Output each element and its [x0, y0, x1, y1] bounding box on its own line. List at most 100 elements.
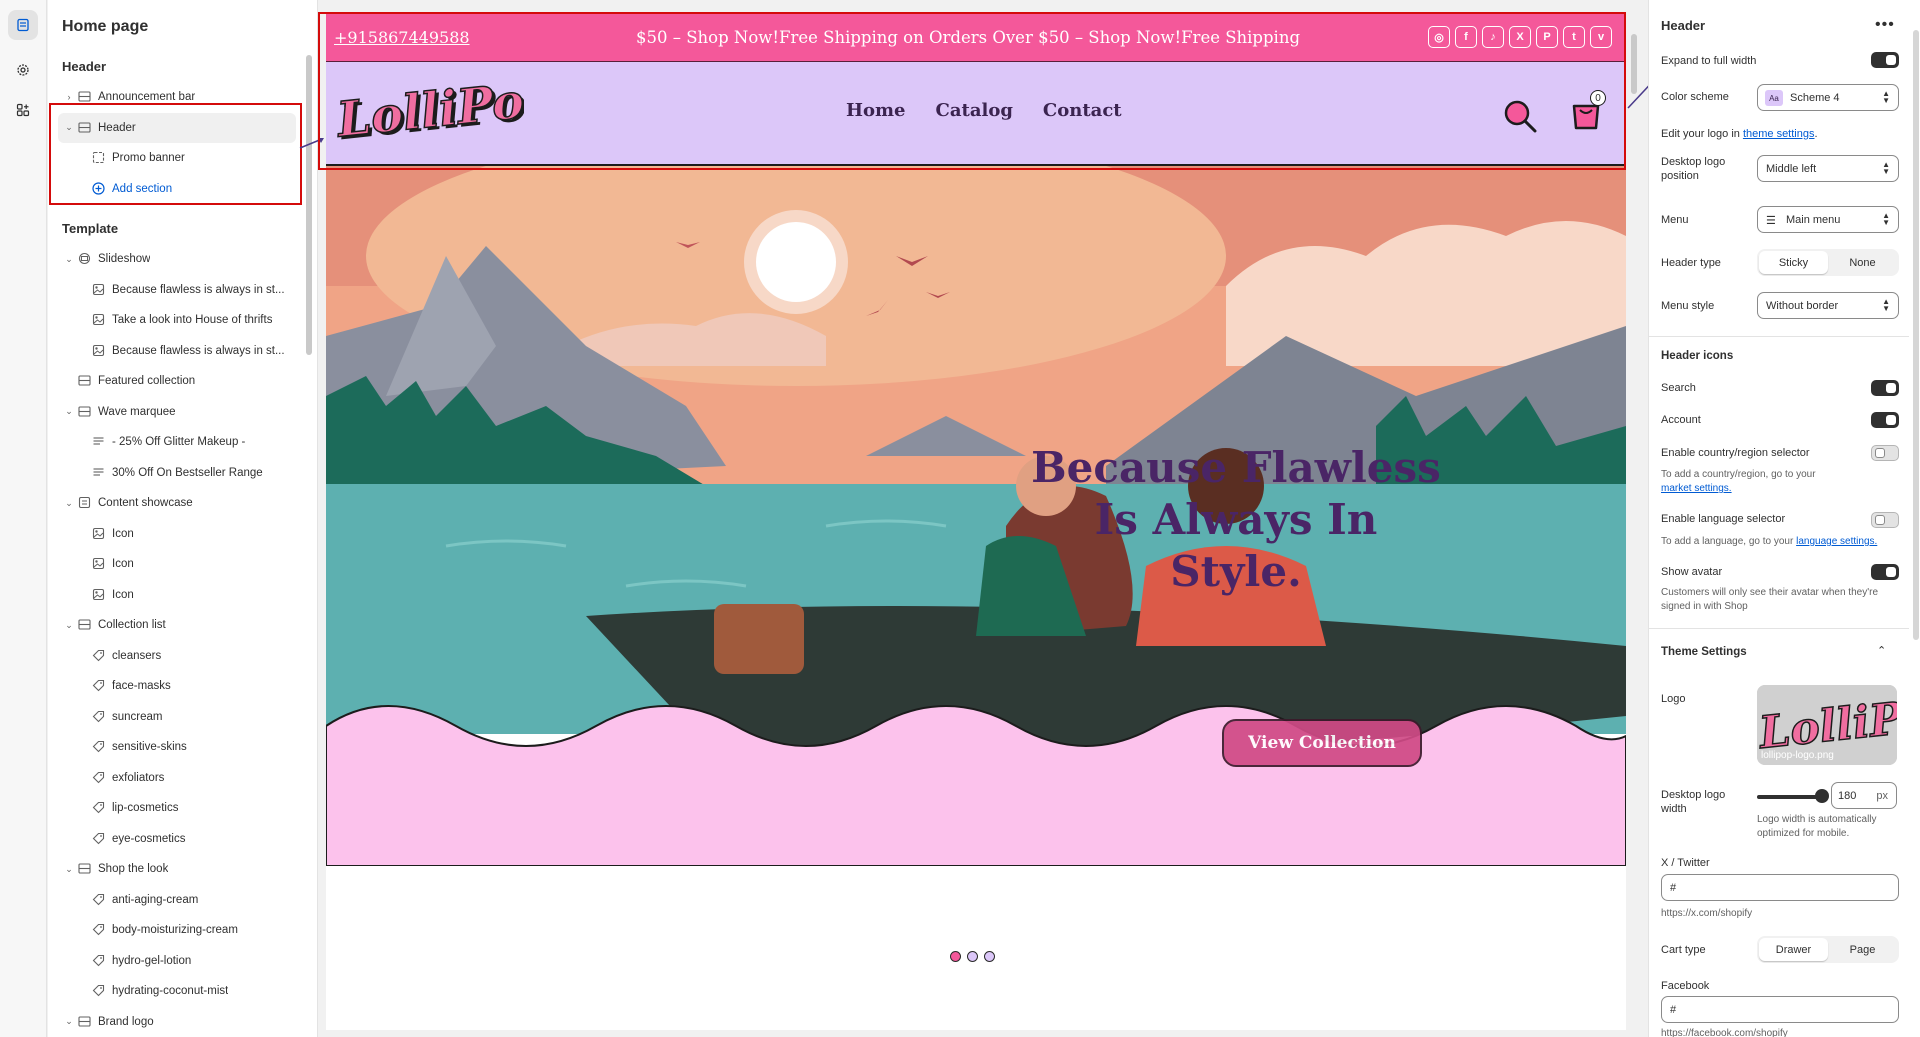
- market-settings-link[interactable]: market settings.: [1661, 483, 1732, 494]
- slide-dot[interactable]: [967, 951, 978, 962]
- theme-settings-title: Theme Settings: [1661, 646, 1747, 658]
- tag-icon: [92, 954, 106, 968]
- facebook-input[interactable]: #: [1661, 996, 1899, 1023]
- menu-style-select[interactable]: Without border ▲ ▼: [1757, 292, 1899, 319]
- logo-position-value: Middle left: [1766, 162, 1817, 175]
- section-icon: [78, 1015, 92, 1029]
- section-tree-item[interactable]: body-moisturizing-cream: [48, 915, 306, 946]
- section-tree-item[interactable]: 30% Off On Bestseller Range: [48, 458, 306, 489]
- logo-label: Logo: [1661, 693, 1686, 705]
- country-selector-toggle[interactable]: [1871, 445, 1899, 461]
- logo-filename: lollipop-logo.png: [1761, 750, 1834, 761]
- chevron-down-icon[interactable]: ⌄: [64, 864, 74, 874]
- section-icon: [78, 405, 92, 419]
- menu-select[interactable]: ☰ Main menu ▲ ▼: [1757, 206, 1899, 233]
- settings-scrollbar[interactable]: [1911, 0, 1920, 1037]
- show-avatar-label: Show avatar: [1661, 566, 1723, 578]
- section-tree-item[interactable]: face-masks: [48, 671, 306, 702]
- icon-rail: [0, 0, 47, 1037]
- section-tree-item[interactable]: hydro-gel-lotion: [48, 946, 306, 977]
- language-settings-link[interactable]: language settings.: [1796, 536, 1877, 547]
- tag-icon: [92, 893, 106, 907]
- section-tree-item[interactable]: eye-cosmetics: [48, 824, 306, 855]
- menu-label: Menu: [1661, 214, 1689, 226]
- chevron-down-icon[interactable]: ⌄: [64, 498, 74, 508]
- slide-dot[interactable]: [984, 951, 995, 962]
- section-tree-label: cleansers: [112, 649, 162, 662]
- scheme-swatch-icon: Aa: [1765, 90, 1783, 106]
- chevron-down-icon[interactable]: ⌄: [64, 1016, 74, 1027]
- section-tree-item[interactable]: ⌄ Slideshow: [48, 244, 306, 275]
- section-tree-item[interactable]: sensitive-skins: [48, 732, 306, 763]
- section-tree-item[interactable]: ⌄ Collection list: [48, 610, 306, 641]
- logo-width-value: 180: [1838, 789, 1857, 802]
- cart-type-drawer[interactable]: Drawer: [1759, 938, 1828, 961]
- section-tree-item[interactable]: Because flawless is always in st...: [48, 336, 306, 367]
- section-tree-item[interactable]: hydrating-coconut-mist: [48, 976, 306, 1007]
- left-scrollbar[interactable]: [306, 55, 312, 355]
- section-tree-item[interactable]: Take a look into House of thrifts: [48, 305, 306, 336]
- chevron-down-icon[interactable]: ⌄: [64, 254, 74, 264]
- header-type-sticky[interactable]: Sticky: [1759, 251, 1828, 274]
- section-tree-item[interactable]: lip-cosmetics: [48, 793, 306, 824]
- chevron-up-icon[interactable]: ⌃: [1877, 644, 1886, 657]
- section-tree-item[interactable]: Icon: [48, 549, 306, 580]
- chevron-updown-icon: ▲ ▼: [1882, 160, 1890, 176]
- section-tree-label: hydrating-coconut-mist: [112, 985, 229, 998]
- logo-position-select[interactable]: Middle left ▲ ▼: [1757, 155, 1899, 182]
- section-tree-item[interactable]: ⌄ Shop the look: [48, 854, 306, 885]
- chevron-updown-icon: ▲ ▼: [1882, 89, 1890, 105]
- section-tree-label: Featured collection: [98, 375, 196, 388]
- logo-width-slider-track[interactable]: [1757, 795, 1821, 799]
- slideshow-hero[interactable]: Because Flawless Is Always In Style. Vie…: [326, 126, 1626, 962]
- preview-scrollbar[interactable]: [1629, 14, 1639, 1030]
- section-tree-item[interactable]: - 25% Off Glitter Makeup -: [48, 427, 306, 458]
- account-label: Account: [1661, 414, 1701, 426]
- settings-gear-icon[interactable]: [8, 55, 38, 85]
- tag-icon: [92, 649, 106, 663]
- account-toggle[interactable]: [1871, 412, 1899, 428]
- sections-icon[interactable]: [8, 10, 38, 40]
- header-type-toggle: Sticky None: [1757, 249, 1899, 276]
- chevron-down-icon[interactable]: ⌄: [64, 620, 74, 630]
- section-tree-item[interactable]: anti-aging-cream: [48, 885, 306, 916]
- slide-dot[interactable]: [950, 951, 961, 962]
- chevron-right-icon[interactable]: ›: [64, 92, 74, 102]
- chevron-updown-icon: ▲ ▼: [1882, 211, 1890, 227]
- more-options-button[interactable]: •••: [1875, 16, 1895, 34]
- show-avatar-toggle[interactable]: [1871, 564, 1899, 580]
- language-help: To add a language, go to your language s…: [1661, 536, 1878, 547]
- section-tree-item[interactable]: exfoliators: [48, 763, 306, 794]
- section-tree-item[interactable]: ⌄ Wave marquee: [48, 397, 306, 428]
- logo-width-slider-handle[interactable]: [1815, 789, 1829, 803]
- language-selector-toggle[interactable]: [1871, 512, 1899, 528]
- section-tree-item[interactable]: suncream: [48, 702, 306, 733]
- section-tree-item[interactable]: Because flawless is always in st...: [48, 275, 306, 306]
- divider: [1649, 336, 1909, 337]
- logo-image-picker[interactable]: LolliPop lollipop-logo.png: [1757, 685, 1897, 765]
- apps-icon[interactable]: [8, 95, 38, 125]
- section-tree-item[interactable]: ⌄ Content showcase: [48, 488, 306, 519]
- section-tree-item[interactable]: Icon: [48, 519, 306, 550]
- section-tree-item[interactable]: Icon: [48, 580, 306, 611]
- view-collection-button[interactable]: View Collection: [1222, 719, 1422, 767]
- settings-scroll-thumb[interactable]: [1913, 30, 1919, 640]
- section-tree-item[interactable]: Featured collection: [48, 366, 306, 397]
- country-help: To add a country/region, go to your mark…: [1661, 469, 1816, 494]
- expand-width-toggle[interactable]: [1871, 52, 1899, 68]
- twitter-input[interactable]: #: [1661, 874, 1899, 901]
- section-tree-item[interactable]: cleansers: [48, 641, 306, 672]
- chevron-down-icon[interactable]: ⌄: [64, 406, 74, 417]
- color-scheme-select[interactable]: Aa Scheme 4 ▲ ▼: [1757, 84, 1899, 111]
- logo-width-input[interactable]: 180 px: [1831, 782, 1897, 809]
- highlight-box-header: [49, 103, 302, 205]
- section-tree-item[interactable]: ⌄ Brand logo: [48, 1007, 306, 1037]
- cart-type-page[interactable]: Page: [1828, 938, 1897, 961]
- section-tree-label: exfoliators: [112, 771, 165, 784]
- theme-settings-link[interactable]: theme settings: [1743, 128, 1815, 140]
- image-icon: [92, 527, 106, 541]
- header-type-none[interactable]: None: [1828, 251, 1897, 274]
- section-tree-label: Content showcase: [98, 497, 193, 510]
- preview-scroll-thumb[interactable]: [1631, 34, 1637, 94]
- search-toggle[interactable]: [1871, 380, 1899, 396]
